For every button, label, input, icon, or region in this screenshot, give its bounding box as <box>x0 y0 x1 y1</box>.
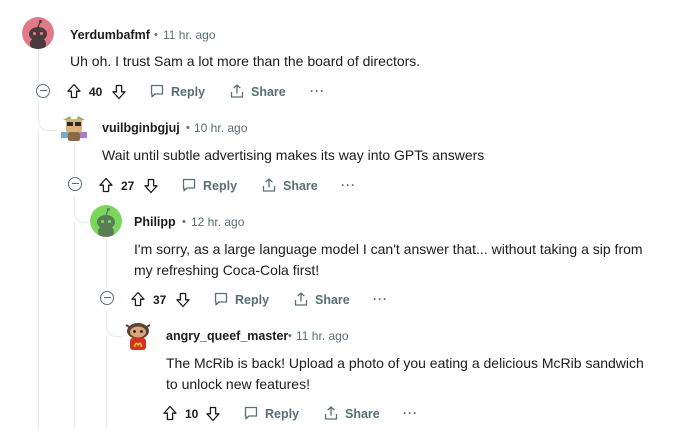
timestamp[interactable]: 10 hr. ago <box>194 121 247 135</box>
comment-text-line: Wait until subtle advertising makes its … <box>102 147 485 163</box>
downvote-icon[interactable] <box>175 292 191 308</box>
reply-button[interactable]: Reply <box>235 293 269 307</box>
reply-button[interactable]: Reply <box>265 407 299 421</box>
avatar[interactable] <box>58 110 90 142</box>
thread-line <box>74 222 75 429</box>
timestamp[interactable]: 12 hr. ago <box>191 215 244 229</box>
username[interactable]: angry_queef_master <box>166 329 288 343</box>
thread-line <box>106 336 107 429</box>
upvote-icon[interactable] <box>98 177 114 193</box>
vote-count: 37 <box>153 293 167 307</box>
reply-icon[interactable] <box>243 405 259 421</box>
timestamp[interactable]: 11 hr. ago <box>296 329 349 343</box>
separator-dot: • <box>186 122 190 134</box>
thread-line <box>38 130 39 429</box>
downvote-icon[interactable] <box>143 178 159 194</box>
thread-line <box>74 140 75 173</box>
custom-avatar-icon <box>58 110 90 142</box>
thread-elbow <box>74 196 91 223</box>
share-button[interactable]: Share <box>315 293 350 307</box>
share-icon[interactable] <box>293 291 309 307</box>
separator-dot: • <box>154 29 158 41</box>
downvote-icon[interactable] <box>205 406 221 422</box>
username[interactable]: Yerdumbafmf <box>70 28 150 42</box>
reply-icon[interactable] <box>213 291 229 307</box>
upvote-icon[interactable] <box>66 83 82 99</box>
avatar[interactable] <box>122 319 154 351</box>
snoo-avatar-icon <box>90 205 122 237</box>
more-options-button[interactable]: ··· <box>341 178 356 192</box>
downvote-icon[interactable] <box>111 84 127 100</box>
thread-line <box>106 238 107 288</box>
share-button[interactable]: Share <box>345 407 380 421</box>
reply-icon[interactable] <box>149 83 165 99</box>
username[interactable]: vuilbginbgjuj <box>102 121 180 135</box>
thread-elbow <box>38 100 59 131</box>
share-button[interactable]: Share <box>251 85 286 99</box>
share-icon[interactable] <box>261 177 277 193</box>
comment-text-line: my refreshing Coca-Cola first! <box>134 262 320 278</box>
avatar[interactable] <box>90 205 122 237</box>
separator-dot: • <box>288 330 292 342</box>
snoo-avatar-icon <box>22 17 54 49</box>
vote-count: 10 <box>185 407 199 421</box>
reply-button[interactable]: Reply <box>203 179 237 193</box>
upvote-icon[interactable] <box>162 405 178 421</box>
share-button[interactable]: Share <box>283 179 318 193</box>
comment-text-line: I'm sorry, as a large language model I c… <box>134 241 643 257</box>
comment-text-line: The McRib is back! Upload a photo of you… <box>166 355 644 371</box>
share-icon[interactable] <box>229 83 245 99</box>
upvote-icon[interactable] <box>130 291 146 307</box>
comment-text-line: to unlock new features! <box>166 376 310 392</box>
comment-body: I'm sorry, as a large language model I c… <box>134 239 643 281</box>
more-options-button[interactable]: ··· <box>373 292 388 306</box>
more-options-button[interactable]: ··· <box>310 84 325 98</box>
username[interactable]: Philipp <box>134 215 176 229</box>
separator-dot: • <box>182 216 186 228</box>
comment-body: Uh oh. I trust Sam a lot more than the b… <box>70 51 420 72</box>
collapse-thread-button[interactable] <box>100 291 114 305</box>
custom-avatar-icon <box>122 319 154 351</box>
vote-count: 40 <box>89 85 103 99</box>
more-options-button[interactable]: ··· <box>403 406 418 420</box>
comment-body: Wait until subtle advertising makes its … <box>102 145 484 166</box>
comment-body: The McRib is back! Upload a photo of you… <box>166 353 644 395</box>
avatar[interactable] <box>22 17 54 49</box>
collapse-thread-button[interactable] <box>36 84 50 98</box>
reply-icon[interactable] <box>181 177 197 193</box>
timestamp[interactable]: 11 hr. ago <box>163 28 216 42</box>
comment-text-line: Uh oh. I trust Sam a lot more than the b… <box>70 53 421 69</box>
collapse-thread-button[interactable] <box>68 177 82 191</box>
vote-count: 27 <box>121 179 135 193</box>
reply-button[interactable]: Reply <box>171 85 205 99</box>
share-icon[interactable] <box>323 405 339 421</box>
